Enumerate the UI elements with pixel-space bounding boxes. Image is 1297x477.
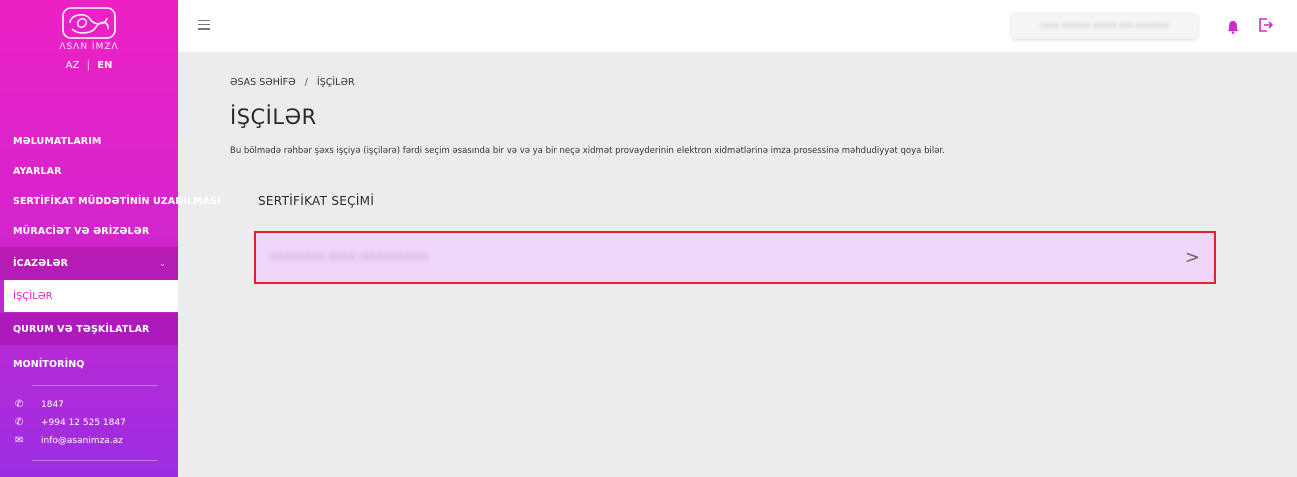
- sidebar-divider: [32, 460, 158, 461]
- page-description: Bu bölmədə rəhbər şəxs işçiyə (işçilərə)…: [230, 146, 945, 156]
- breadcrumb: ƏSAS SƏHİFƏ / İŞÇİLƏR: [230, 77, 355, 88]
- lang-az[interactable]: AZ: [66, 60, 80, 71]
- logout-icon[interactable]: [1258, 17, 1274, 33]
- chevron-right-icon: >: [1184, 247, 1200, 268]
- certificate-select-row[interactable]: XXXXXXXX XXXX (XXXXXXXXX) >: [254, 231, 1216, 284]
- logo-text: ΛSΛN İMZΛ: [59, 42, 119, 52]
- top-bar: XXXX XXXXXX XXXXX XXX XXXXXXX: [178, 0, 1297, 52]
- lang-en[interactable]: EN: [97, 60, 112, 71]
- contact-email[interactable]: ✉ info@asanimza.az: [15, 435, 123, 446]
- breadcrumb-current: İŞÇİLƏR: [316, 77, 355, 88]
- sidebar-item-label: İCAZƏLƏR: [13, 258, 69, 269]
- section-title: SERTİFİKAT SEÇİMİ: [258, 194, 375, 208]
- phone-icon: ✆: [15, 399, 24, 410]
- page-title: İŞÇİLƏR: [230, 105, 317, 129]
- sidebar-subitem-isciler[interactable]: İŞÇİLƏR: [4, 280, 178, 312]
- breadcrumb-separator: /: [304, 77, 308, 88]
- bell-icon[interactable]: [1227, 20, 1239, 34]
- lang-separator: |: [86, 60, 90, 71]
- contact-text: info@asanimza.az: [41, 435, 123, 446]
- user-name: XXXX XXXXXX XXXXX XXX XXXXXXX: [1040, 22, 1169, 30]
- mail-icon: ✉: [15, 435, 24, 446]
- phone-icon: ✆: [15, 417, 24, 428]
- contact-phone[interactable]: ✆ +994 12 525 1847: [15, 417, 126, 428]
- contact-phone-short[interactable]: ✆ 1847: [15, 399, 64, 410]
- breadcrumb-home[interactable]: ƏSAS SƏHİFƏ: [230, 77, 296, 88]
- certificate-label: XXXXXXXX XXXX (XXXXXXXXX): [270, 252, 429, 263]
- contact-text: +994 12 525 1847: [41, 417, 126, 428]
- asan-imza-logo[interactable]: [62, 7, 116, 39]
- sidebar-item-ayarlar[interactable]: AYARLAR: [0, 154, 178, 188]
- sidebar-item-melumatlarim[interactable]: MƏLUMATLARIM: [0, 124, 178, 158]
- sidebar-item-monitorinq[interactable]: MONİTORİNQ: [0, 347, 178, 381]
- menu-icon[interactable]: [198, 20, 210, 30]
- chevron-down-icon: ⌄: [159, 259, 166, 268]
- sidebar-item-icazeler[interactable]: İCAZƏLƏR ⌄: [0, 247, 178, 280]
- sidebar-item-muraciet[interactable]: MÜRACİƏT VƏ ƏRİZƏLƏR: [0, 214, 178, 248]
- user-name-pill[interactable]: XXXX XXXXXX XXXXX XXX XXXXXXX: [1011, 13, 1198, 39]
- sidebar-divider: [32, 385, 158, 386]
- sidebar-item-sertifikat-uzadilmasi[interactable]: SERTİFİKAT MÜDDƏTİNİN UZADILMASI: [0, 184, 221, 218]
- language-switcher: AZ | EN: [0, 60, 178, 71]
- sidebar-item-qurum[interactable]: QURUM VƏ TƏŞKİLATLAR: [0, 313, 178, 345]
- sidebar: ΛSΛN İMZΛ AZ | EN MƏLUMATLARIM AYARLAR S…: [0, 0, 221, 477]
- contact-text: 1847: [41, 399, 64, 410]
